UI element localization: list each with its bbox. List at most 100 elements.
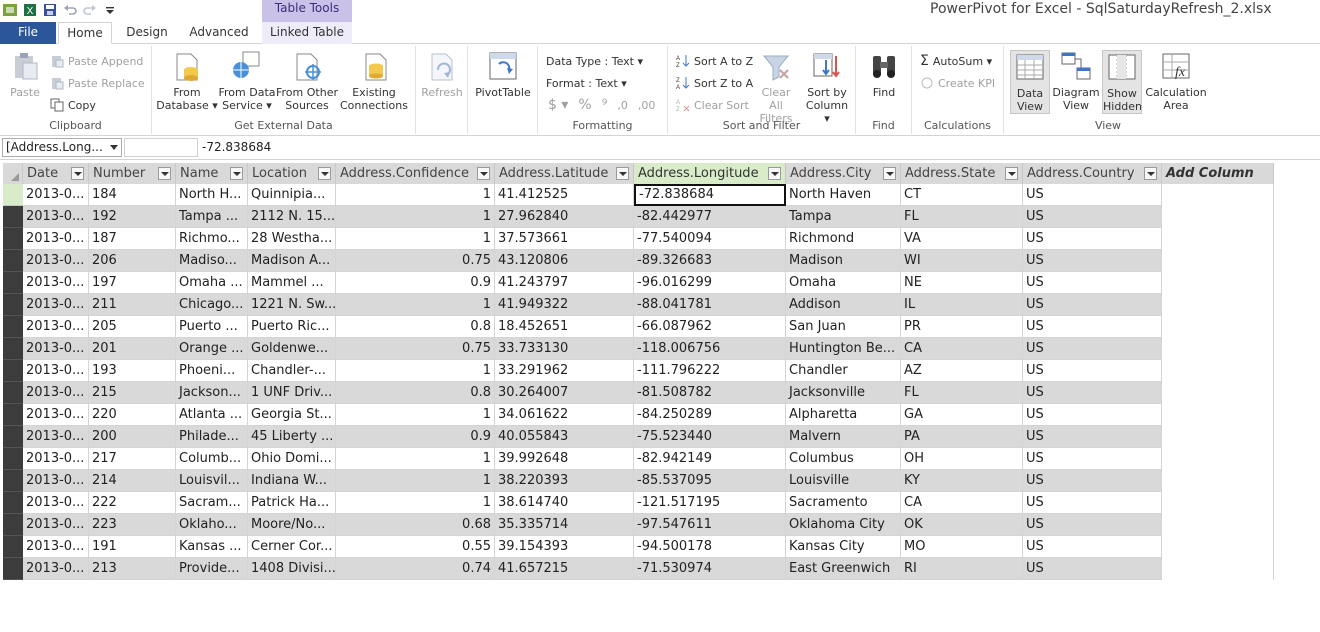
table-cell[interactable]: CT [901,184,1023,206]
clear-sort-button[interactable]: AZ Clear Sort [676,96,749,114]
table-cell[interactable]: Sacram... [176,492,248,514]
table-cell[interactable]: WI [901,250,1023,272]
column-header[interactable]: Number [89,163,176,184]
table-cell[interactable]: -88.041781 [634,294,786,316]
table-cell[interactable]: KY [901,470,1023,492]
table-cell[interactable]: CA [901,492,1023,514]
table-cell[interactable]: 2013-0... [23,184,89,206]
percent-button[interactable]: % [578,97,591,113]
table-cell[interactable]: 0.55 [336,536,495,558]
decrease-decimal-button[interactable]: ,00 [638,99,656,112]
table-cell[interactable]: Jacksonville [786,382,901,404]
from-database-button[interactable]: From Database ▾ [156,50,218,112]
table-cell[interactable]: 0.75 [336,338,495,360]
add-column-area[interactable] [1162,184,1274,580]
table-cell[interactable]: Mammel ... [248,272,336,294]
copy-button[interactable]: Copy [50,96,96,114]
from-other-sources-button[interactable]: From Other Sources [276,50,338,112]
row-selector[interactable] [3,338,23,360]
row-selector[interactable] [3,360,23,382]
table-cell[interactable]: -96.016299 [634,272,786,294]
select-all-corner[interactable] [3,163,23,184]
table-cell[interactable]: Omaha ... [176,272,248,294]
clear-all-filters-button[interactable]: Clear All Filters [754,50,798,125]
table-cell[interactable]: US [1023,360,1162,382]
table-cell[interactable]: San Juan [786,316,901,338]
table-cell[interactable]: 38.614740 [495,492,634,514]
filter-dropdown-icon[interactable] [883,167,896,180]
table-cell[interactable]: -82.942149 [634,448,786,470]
formula-input[interactable]: -72.838684 [202,140,271,154]
table-cell[interactable]: 1 [336,206,495,228]
table-cell[interactable]: 33.733130 [495,338,634,360]
paste-button[interactable]: Paste [6,50,44,99]
undo-icon[interactable] [62,2,78,18]
sort-a-to-z-button[interactable]: AZ Sort A to Z [676,52,753,70]
table-cell[interactable]: -118.006756 [634,338,786,360]
tab-linked-table[interactable]: Linked Table [262,22,352,44]
row-selector[interactable] [3,184,23,206]
excel-icon[interactable]: X [22,2,38,18]
table-cell[interactable]: Richmond [786,228,901,250]
table-cell[interactable]: 1 [336,448,495,470]
row-selector[interactable] [3,448,23,470]
table-cell[interactable]: 193 [89,360,176,382]
table-cell[interactable]: Madiso... [176,250,248,272]
filter-dropdown-icon[interactable] [71,167,84,180]
table-cell[interactable]: East Greenwich [786,558,901,580]
table-cell[interactable]: US [1023,316,1162,338]
table-cell[interactable]: AZ [901,360,1023,382]
active-cell[interactable]: -72.838684 [634,184,786,206]
table-cell[interactable]: 33.291962 [495,360,634,382]
tab-file[interactable]: File [0,22,56,44]
table-cell[interactable]: North Haven [786,184,901,206]
row-selector[interactable] [3,470,23,492]
pivottable-button[interactable]: PivotTable [472,50,534,99]
show-hidden-button[interactable]: Show Hidden [1102,50,1142,114]
table-cell[interactable]: PR [901,316,1023,338]
table-cell[interactable]: 2112 N. 15... [248,206,336,228]
table-cell[interactable]: Alpharetta [786,404,901,426]
tab-advanced[interactable]: Advanced [184,22,254,44]
table-cell[interactable]: FL [901,206,1023,228]
table-cell[interactable]: Louisville [786,470,901,492]
table-cell[interactable]: -66.087962 [634,316,786,338]
tab-design[interactable]: Design [118,22,176,44]
table-cell[interactable]: 187 [89,228,176,250]
table-cell[interactable]: 213 [89,558,176,580]
row-selector[interactable] [3,558,23,580]
table-cell[interactable]: -85.537095 [634,470,786,492]
table-cell[interactable]: Moore/No... [248,514,336,536]
table-cell[interactable]: 217 [89,448,176,470]
row-selector[interactable] [3,536,23,558]
table-cell[interactable]: Columb... [176,448,248,470]
paste-append-button[interactable]: Paste Append [50,52,143,70]
table-cell[interactable]: Sacramento [786,492,901,514]
existing-connections-button[interactable]: Existing Connections [338,50,410,112]
table-cell[interactable]: 200 [89,426,176,448]
table-cell[interactable]: Louisvil... [176,470,248,492]
save-icon[interactable] [42,2,58,18]
add-column-header[interactable]: Add Column [1162,163,1274,184]
table-cell[interactable]: 2013-0... [23,426,89,448]
table-cell[interactable]: 41.243797 [495,272,634,294]
table-cell[interactable]: OH [901,448,1023,470]
table-cell[interactable]: US [1023,448,1162,470]
redo-icon[interactable] [82,2,98,18]
sort-z-to-a-button[interactable]: ZA Sort Z to A [676,74,753,92]
table-cell[interactable]: Malvern [786,426,901,448]
table-cell[interactable]: US [1023,294,1162,316]
row-selector[interactable] [3,250,23,272]
increase-decimal-button[interactable]: ,0 [617,99,628,112]
table-cell[interactable]: 1408 Divisi... [248,558,336,580]
table-cell[interactable]: 0.74 [336,558,495,580]
table-cell[interactable]: 34.061622 [495,404,634,426]
table-cell[interactable]: 0.68 [336,514,495,536]
row-selector[interactable] [3,404,23,426]
table-cell[interactable]: 2013-0... [23,206,89,228]
filter-dropdown-icon[interactable] [768,167,781,180]
table-cell[interactable]: US [1023,382,1162,404]
table-cell[interactable]: 38.220393 [495,470,634,492]
calculation-area-button[interactable]: fx Calculation Area [1144,50,1208,112]
table-cell[interactable]: Columbus [786,448,901,470]
